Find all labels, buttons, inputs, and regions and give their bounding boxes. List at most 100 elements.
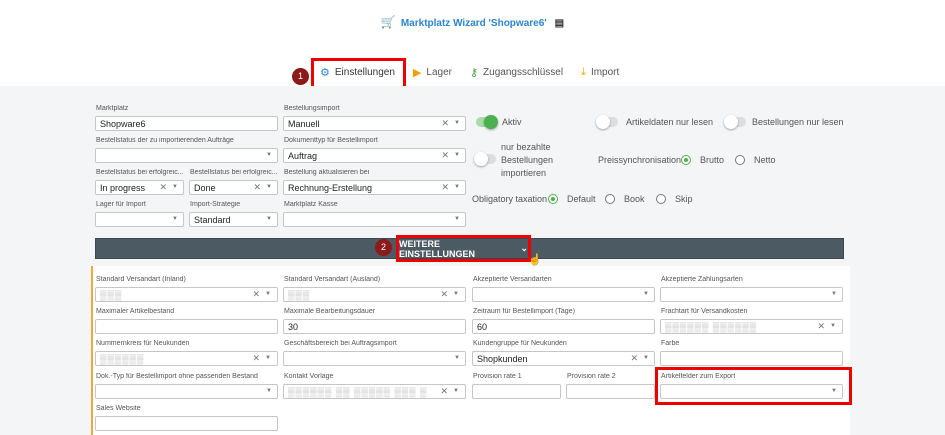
kasse-select[interactable]: ▼ — [283, 212, 466, 227]
bestellstatus-import-select[interactable]: ▼ — [95, 148, 278, 163]
nur-bezahlte-label-2: Bestellungen — [501, 155, 554, 165]
status-erfolg1-label: Bestellstatus bei erfolgreic... — [96, 169, 184, 176]
chevron-down-icon: ▼ — [454, 184, 460, 190]
versand-inland-select[interactable]: ▒▒▒ ✕ ▼ — [95, 287, 278, 302]
max-artikelbestand-input[interactable] — [95, 319, 278, 334]
artikeldaten-toggle[interactable] — [596, 115, 618, 129]
brutto-radio[interactable] — [681, 155, 691, 165]
lager-import-label: Lager für Import — [96, 201, 146, 208]
clear-icon[interactable]: ✕ — [441, 118, 449, 129]
step-badge-2: 2 — [375, 239, 392, 256]
clear-icon[interactable]: ✕ — [252, 289, 261, 300]
tab-lager[interactable]: ▶ Lager — [413, 66, 452, 79]
dokumenttyp-select[interactable]: Auftrag ✕ ▼ — [283, 148, 466, 163]
chevron-down-icon: ▼ — [172, 216, 178, 222]
clear-icon[interactable]: ✕ — [630, 353, 638, 364]
versand-ausland-label: Standard Versandart (Ausland) — [284, 276, 381, 283]
chevron-down-icon: ▼ — [172, 184, 178, 190]
chevron-down-icon: ▼ — [454, 355, 460, 361]
provision2-label: Provision rate 2 — [567, 373, 616, 380]
skip-radio[interactable] — [656, 194, 666, 204]
clear-icon[interactable]: ✕ — [252, 353, 261, 364]
brutto-label: Brutto — [700, 155, 725, 165]
chevron-down-icon: ▼ — [266, 184, 272, 190]
kundengruppe-select[interactable]: Shopkunden ✕ ▼ — [472, 351, 655, 366]
tab-label: Lager — [426, 66, 452, 78]
clear-icon[interactable]: ✕ — [159, 182, 167, 193]
kontakt-vorlage-select[interactable]: ▒▒▒▒▒▒ ▒▒ ▒▒▒▒▒ ▒▒▒ ▒ ✕ ▼ — [283, 384, 466, 399]
zeitraum-input[interactable]: 60 — [472, 319, 655, 334]
lager-import-select[interactable]: ▼ — [95, 212, 184, 227]
clear-icon[interactable]: ✕ — [440, 289, 449, 300]
tab-label: Import — [590, 66, 620, 78]
taxation-label: Obligatory taxation — [472, 194, 548, 204]
chevron-down-icon: ▼ — [831, 291, 837, 297]
book-radio[interactable] — [605, 194, 615, 204]
default-radio[interactable] — [548, 194, 558, 204]
akz-zahlungsarten-select[interactable]: ▼ — [660, 287, 843, 302]
nur-bezahlte-toggle[interactable] — [474, 152, 496, 166]
akz-versandarten-select[interactable]: ▼ — [472, 287, 655, 302]
bestellungsimport-select[interactable]: Manuell ✕ ▼ — [283, 116, 466, 131]
marktplatz-field[interactable]: Shopware6 — [95, 116, 278, 131]
chevron-down-icon: ▼ — [454, 216, 460, 222]
sales-website-input[interactable] — [95, 416, 278, 431]
akz-zahlungsarten-label: Akzeptierte Zahlungsarten — [661, 276, 743, 283]
aktualisieren-label: Bestellung aktualisieren bei — [284, 169, 370, 176]
bestellungen-lesen-label: Bestellungen nur lesen — [752, 117, 844, 127]
aktiv-toggle[interactable] — [476, 115, 498, 129]
highlight-tab-box — [311, 58, 406, 89]
more-settings-button[interactable]: WEITERE EINSTELLUNGEN ⌄ — [396, 235, 531, 262]
akz-versandarten-label: Akzeptierte Versandarten — [473, 276, 552, 283]
clear-icon[interactable]: ✕ — [440, 386, 449, 397]
netto-radio[interactable] — [735, 155, 745, 165]
import-strategie-label: Import-Strategie — [190, 201, 241, 208]
dok-typ-select[interactable]: ▼ — [95, 384, 278, 399]
frachtart-select[interactable]: ▒▒▒▒▒▒ ▒▒▒▒▒▒ ✕ ▼ — [660, 319, 843, 334]
wizard-title: 🛒 Marktplatz Wizard 'Shopware6' ▤ — [0, 15, 945, 29]
document-icon[interactable]: ▤ — [555, 18, 564, 29]
provision2-input[interactable] — [566, 384, 655, 399]
aktiv-label: Aktiv — [502, 117, 522, 127]
geschaeftsbereich-label: Geschäftsbereich bei Auftragsimport — [284, 340, 397, 347]
kasse-label: Marktplatz Kasse — [284, 201, 338, 208]
dokumenttyp-label: Dokumenttyp für Bestellimport — [284, 137, 378, 144]
import-icon: ⤓ — [581, 65, 586, 78]
chevron-down-icon: ▼ — [830, 323, 837, 329]
preis-label: Preissynchronisation — [598, 155, 682, 165]
nur-bezahlte-label-1: nur bezahlte — [501, 142, 551, 152]
chevron-down-icon: ▼ — [453, 291, 460, 297]
chevron-down-icon: ▼ — [265, 355, 272, 361]
book-label: Book — [624, 194, 645, 204]
aktualisieren-select[interactable]: Rechnung-Erstellung ✕ ▼ — [283, 180, 466, 195]
tab-import[interactable]: ⤓ Import — [581, 66, 619, 79]
chevron-down-icon: ▼ — [265, 291, 272, 297]
farbe-input[interactable] — [660, 351, 843, 366]
chevron-down-icon: ▼ — [454, 120, 460, 126]
clear-icon[interactable]: ✕ — [817, 321, 826, 332]
frachtart-label: Frachtart für Versandkosten — [661, 308, 748, 315]
chevron-down-icon: ▼ — [453, 388, 460, 394]
zeitraum-label: Zeitraum für Bestellimport (Tage) — [473, 308, 575, 315]
marktplatz-label: Marktplatz — [96, 105, 129, 112]
chevron-down-icon: ▼ — [643, 291, 649, 297]
bestellungen-lesen-toggle[interactable] — [724, 115, 746, 129]
farbe-label: Farbe — [661, 340, 680, 347]
clear-icon[interactable]: ✕ — [441, 150, 449, 161]
import-strategie-select[interactable]: Standard ▼ — [189, 212, 278, 227]
tab-zugangsschluessel[interactable]: ⚷ Zugangsschlüssel — [470, 66, 563, 79]
kontakt-vorlage-label: Kontakt Vorlage — [284, 373, 334, 380]
nummernkreis-select[interactable]: ▒▒▒▒▒▒ ✕ ▼ — [95, 351, 278, 366]
default-label: Default — [567, 194, 596, 204]
clear-icon[interactable]: ✕ — [253, 182, 261, 193]
chevron-down-icon: ▼ — [266, 388, 272, 394]
clear-icon[interactable]: ✕ — [441, 182, 449, 193]
nur-bezahlte-label-3: importieren — [501, 168, 547, 178]
geschaeftsbereich-select[interactable]: ▼ — [283, 351, 466, 366]
status-erfolg1-select[interactable]: In progress ✕ ▼ — [95, 180, 184, 195]
versand-ausland-select[interactable]: ▒▒▒ ✕ ▼ — [283, 287, 466, 302]
status-erfolg2-select[interactable]: Done ✕ ▼ — [189, 180, 278, 195]
max-bearbeitung-input[interactable]: 30 — [283, 319, 466, 334]
provision1-input[interactable] — [472, 384, 561, 399]
chevron-down-icon: ▼ — [266, 152, 272, 158]
